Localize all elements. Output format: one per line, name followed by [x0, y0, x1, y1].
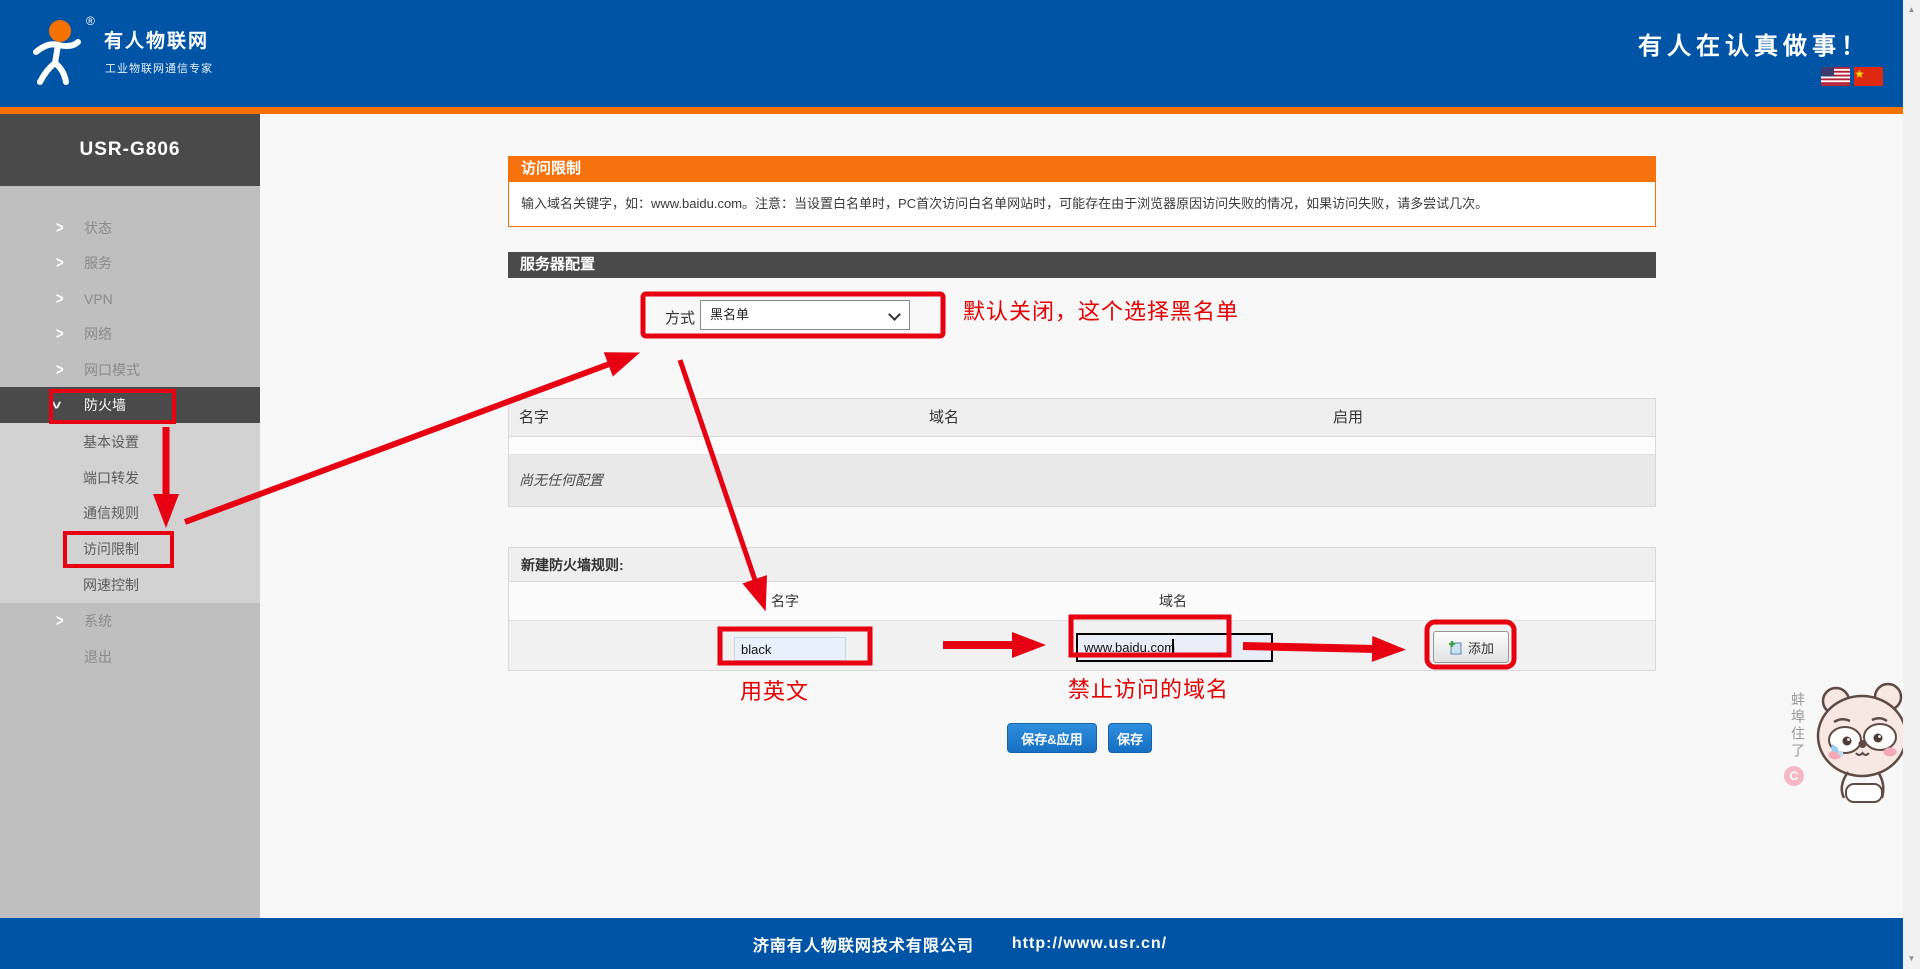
- language-flags: [1821, 67, 1883, 86]
- server-config-header: 服务器配置: [508, 252, 1656, 278]
- sidebar-item-speed-control[interactable]: 网速控制: [0, 567, 260, 603]
- sidebar-item-system[interactable]: > 系统: [0, 603, 260, 639]
- add-rule-button[interactable]: 添加: [1433, 631, 1509, 663]
- column-header-name: 名字: [519, 399, 549, 437]
- device-name: USR-G806: [0, 114, 260, 186]
- new-rule-domain-label: 域名: [1113, 582, 1233, 621]
- sidebar-item-basic-settings[interactable]: 基本设置: [0, 424, 260, 460]
- sidebar-item-traffic-rules[interactable]: 通信规则: [0, 495, 260, 531]
- chevron-right-icon: >: [56, 348, 64, 393]
- rule-name-input[interactable]: [734, 637, 846, 661]
- new-rule-name-label: 名字: [725, 582, 845, 621]
- annotation-text-mode: 默认关闭，这个选择黑名单: [963, 294, 1239, 326]
- annotation-text-name: 用英文: [740, 674, 809, 706]
- header-accent-strip: [0, 107, 1920, 114]
- page: ® 有人物联网 工业物联网通信专家 有人在认真做事！ USR-G806: [0, 0, 1920, 969]
- sticker-badge: C: [1784, 766, 1804, 786]
- chevron-down-icon: [888, 308, 901, 321]
- rules-table: 名字 域名 启用 尚无任何配置: [508, 398, 1656, 507]
- sidebar-item-logout[interactable]: 退出: [0, 639, 260, 675]
- access-restriction-note: 输入域名关键字，如：www.baidu.com。注意：当设置白名单时，PC首次访…: [508, 181, 1656, 227]
- sticker-caption: 蚌埠住了: [1788, 692, 1808, 760]
- registered-mark-icon: ®: [86, 14, 95, 28]
- brand-tagline: 工业物联网通信专家: [105, 60, 213, 76]
- sidebar-item-status[interactable]: > 状态: [0, 210, 260, 246]
- mode-label: 方式: [665, 307, 695, 328]
- new-rule-header: 新建防火墙规则:: [509, 548, 1655, 582]
- top-header: ® 有人物联网 工业物联网通信专家 有人在认真做事！: [0, 0, 1920, 107]
- rule-domain-input[interactable]: [1076, 633, 1273, 662]
- new-rule-input-row: 添加: [509, 621, 1655, 670]
- column-header-domain: 域名: [884, 399, 1004, 437]
- text-cursor: [1172, 639, 1174, 657]
- scroll-down-arrow-icon[interactable]: ▼: [1903, 951, 1920, 967]
- page-footer: 济南有人物联网技术有限公司 http://www.usr.cn/: [0, 918, 1920, 969]
- new-rule-section: 新建防火墙规则: 名字 域名 添加: [508, 547, 1656, 671]
- us-flag-icon[interactable]: [1821, 67, 1850, 86]
- usr-logo-icon: [22, 18, 90, 88]
- header-slogan: 有人在认真做事！: [1638, 26, 1870, 61]
- table-row: [509, 437, 1655, 455]
- sidebar: USR-G806 > 状态 > 服务 > VPN > 网络 > 网口模式 > 防…: [0, 114, 260, 918]
- footer-url[interactable]: http://www.usr.cn/: [1012, 935, 1167, 953]
- rules-table-header: 名字 域名 启用: [509, 399, 1655, 437]
- sticker-bear: 蚌埠住了 C: [1780, 680, 1920, 805]
- save-button[interactable]: 保存: [1108, 723, 1152, 753]
- sidebar-item-access-restriction[interactable]: 访问限制: [0, 531, 260, 567]
- sidebar-item-port-mode[interactable]: > 网口模式: [0, 352, 260, 388]
- firewall-submenu: 基本设置 端口转发 通信规则 访问限制 网速控制: [0, 423, 260, 603]
- chevron-right-icon: >: [56, 599, 64, 644]
- sidebar-item-port-forwarding[interactable]: 端口转发: [0, 460, 260, 496]
- add-page-icon: [1448, 640, 1463, 655]
- sidebar-item-vpn[interactable]: > VPN: [0, 281, 260, 317]
- save-apply-button[interactable]: 保存&应用: [1007, 723, 1097, 753]
- new-rule-labels: 名字 域名: [509, 582, 1655, 621]
- annotation-text-domain: 禁止访问的域名: [1068, 672, 1229, 704]
- brand-title: 有人物联网: [104, 26, 209, 53]
- scroll-up-arrow-icon[interactable]: ▲: [1903, 2, 1920, 18]
- sidebar-item-firewall[interactable]: > 防火墙: [0, 387, 260, 423]
- sidebar-item-services[interactable]: > 服务: [0, 245, 260, 281]
- sidebar-item-network[interactable]: > 网络: [0, 316, 260, 352]
- new-rule-title: 新建防火墙规则:: [521, 548, 624, 582]
- empty-config-text: 尚无任何配置: [519, 455, 603, 506]
- mode-select[interactable]: 黑名单: [700, 300, 910, 330]
- footer-company: 济南有人物联网技术有限公司: [753, 932, 974, 956]
- column-header-enable: 启用: [1288, 399, 1408, 437]
- cn-flag-icon[interactable]: [1854, 67, 1883, 86]
- vertical-scrollbar[interactable]: ▲ ▼: [1903, 0, 1920, 969]
- mode-select-value: 黑名单: [710, 307, 749, 322]
- add-button-label: 添加: [1468, 638, 1494, 657]
- table-row-empty: 尚无任何配置: [509, 455, 1655, 506]
- page-title: 访问限制: [508, 156, 1656, 181]
- chevron-down-icon: >: [33, 401, 78, 409]
